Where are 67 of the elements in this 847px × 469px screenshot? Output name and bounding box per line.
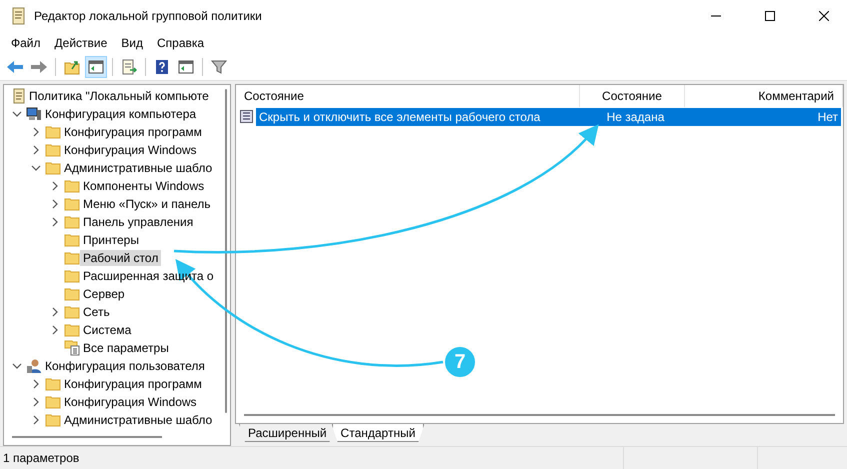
folder-icon: [45, 125, 61, 139]
folder-icon: [64, 287, 80, 301]
tree-item[interactable]: Компоненты Windows: [80, 178, 208, 194]
toolbar-button[interactable]: [85, 56, 107, 78]
pane-toggle-icon: [178, 60, 194, 74]
folder-icon: [64, 323, 80, 337]
tree-item[interactable]: Все параметры: [80, 340, 172, 356]
menu-item[interactable]: Действие: [48, 36, 114, 50]
forward-arrow-icon: [30, 60, 48, 74]
folder-icon: [64, 233, 80, 247]
pane-toggle-icon: [88, 60, 104, 74]
tree-item[interactable]: Административные шабло: [61, 160, 216, 176]
scrollbar-thumb[interactable]: [225, 89, 227, 413]
menu-item[interactable]: Справка: [150, 36, 212, 50]
scroll-icon: [12, 88, 26, 104]
settings-list-icon: [64, 340, 80, 356]
column-header[interactable]: Комментарий: [685, 85, 843, 107]
tree-item[interactable]: Конфигурация Windows: [61, 394, 200, 410]
view-tab[interactable]: Стандартный: [332, 424, 424, 442]
tree-item[interactable]: Сеть: [80, 304, 113, 320]
folder-icon: [64, 269, 80, 283]
window-title: Редактор локальной групповой политики: [34, 9, 263, 23]
folder-icon: [64, 179, 80, 193]
column-header[interactable]: Состояние: [236, 85, 580, 107]
export-list-icon: [121, 59, 137, 75]
help-icon: [155, 59, 169, 75]
column-header[interactable]: Состояние: [580, 85, 685, 107]
tree-item[interactable]: Сервер: [80, 286, 128, 302]
computer-icon: [26, 106, 42, 122]
tree-item[interactable]: Система: [80, 322, 134, 338]
back-arrow-icon: [6, 60, 24, 74]
tree-item[interactable]: Конфигурация компьютера: [42, 106, 200, 122]
tree-item[interactable]: Конфигурация программ: [61, 376, 205, 392]
folder-icon: [45, 161, 61, 175]
table-cell-text: Нет: [816, 110, 839, 124]
folder-icon: [64, 251, 80, 265]
status-text: 1 параметров: [0, 447, 624, 469]
folder-icon: [45, 413, 61, 427]
folder-icon: [45, 143, 61, 157]
tree-item[interactable]: Конфигурация пользователя: [42, 358, 208, 374]
user-icon: [26, 358, 42, 374]
tree-item[interactable]: Политика "Локальный компьюте: [26, 88, 212, 104]
folder-icon: [45, 395, 61, 409]
folder-up-icon: [64, 59, 80, 75]
maximize-icon: [765, 11, 775, 21]
scrollbar-thumb[interactable]: [12, 436, 162, 438]
tree-item[interactable]: Конфигурация программ: [61, 124, 205, 140]
policy-setting-icon: [240, 110, 253, 123]
table-cell-text: Скрыть и отключить все элементы рабочего стола: [258, 110, 542, 124]
tree-item[interactable]: Меню «Пуск» и панель: [80, 196, 214, 212]
tree-item[interactable]: Рабочий стол: [80, 250, 162, 266]
folder-icon: [45, 377, 61, 391]
tree-item[interactable]: Панель управления: [80, 214, 196, 230]
folder-icon: [64, 305, 80, 319]
table-cell-text: Не задана: [606, 110, 666, 124]
close-icon: [819, 11, 829, 21]
menu-item[interactable]: Вид: [114, 36, 150, 50]
tree-item[interactable]: Принтеры: [80, 232, 142, 248]
folder-icon: [64, 197, 80, 211]
filter-icon: [211, 59, 227, 75]
tree-item[interactable]: Административные шабло: [61, 412, 216, 428]
table-row[interactable]: Скрыть и отключить все элементы рабочего стола Не задана Нет: [256, 108, 841, 126]
tree-item[interactable]: Конфигурация Windows: [61, 142, 200, 158]
scrollbar-thumb[interactable]: [244, 414, 835, 416]
folder-icon: [64, 215, 80, 229]
menu-item[interactable]: Файл: [4, 36, 48, 50]
scroll-icon: [10, 7, 26, 25]
